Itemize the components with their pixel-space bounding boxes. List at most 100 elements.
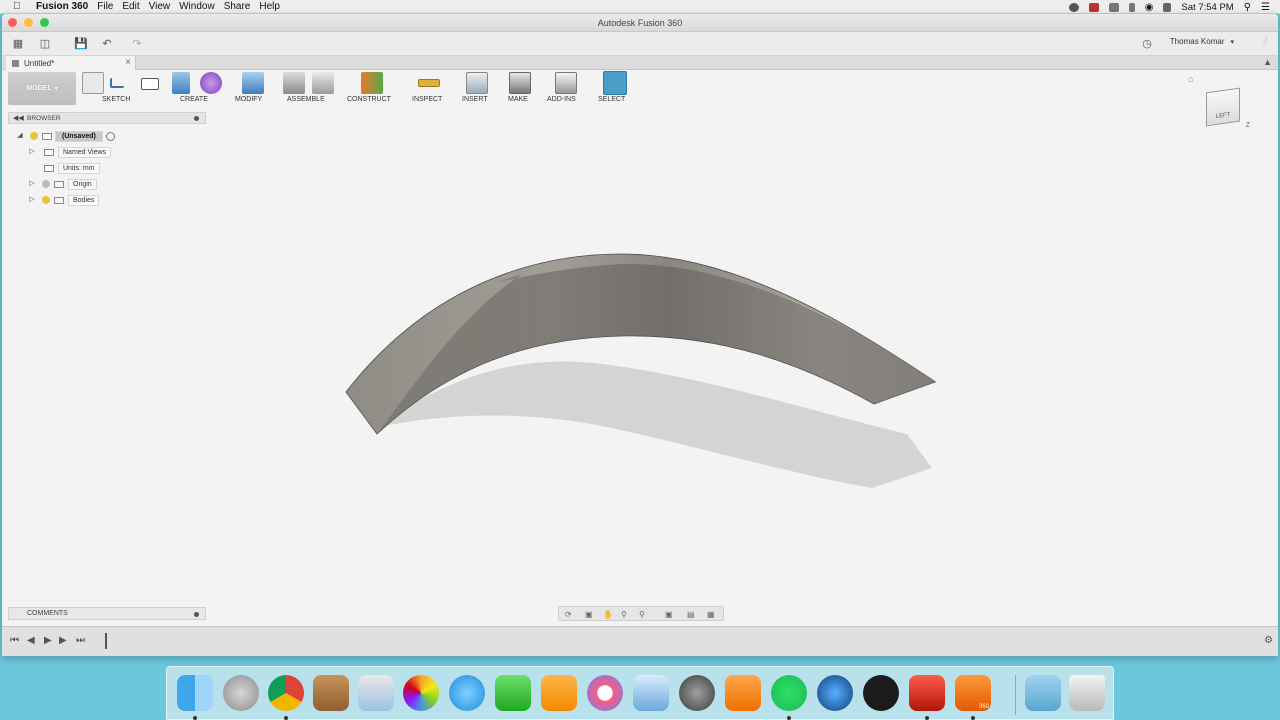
zoom-icon[interactable]: ⚲ [621, 610, 630, 619]
redo-icon[interactable]: ↷ [130, 37, 144, 51]
menu-help[interactable]: Help [259, 1, 280, 12]
browser-panel-header[interactable]: ◀◀ BROWSER [8, 112, 206, 124]
keynote-icon[interactable] [633, 675, 669, 711]
document-tab[interactable]: Untitled* × [6, 56, 136, 70]
extension-icon[interactable] [1088, 2, 1099, 12]
fit-icon[interactable]: ⚲ [639, 610, 648, 619]
timeline-settings-icon[interactable]: ⚙ [1264, 635, 1273, 646]
group-modify[interactable]: MODIFY [235, 96, 262, 103]
job-status-icon[interactable]: ◷ [1140, 37, 1154, 51]
tab-overflow-icon[interactable]: ▲ [1263, 57, 1272, 67]
wifi-icon[interactable]: ◉ [1145, 2, 1154, 13]
maximize-window-button[interactable] [40, 18, 49, 27]
menu-app-name[interactable]: Fusion 360 [36, 1, 88, 12]
canvas-viewport[interactable] [2, 124, 1278, 604]
new-component-icon[interactable] [283, 72, 305, 94]
group-insert[interactable]: INSERT [462, 96, 488, 103]
vectorworks-icon[interactable] [863, 675, 899, 711]
trash-icon[interactable] [1069, 675, 1105, 711]
viewcube-face[interactable]: LEFT [1206, 87, 1240, 127]
menu-file[interactable]: File [97, 1, 113, 12]
measure-icon[interactable] [418, 79, 440, 87]
pan-icon[interactable]: ✋ [603, 610, 613, 619]
group-assemble[interactable]: ASSEMBLE [287, 96, 325, 103]
viewports-icon[interactable]: ▦ [707, 610, 716, 619]
contacts-icon[interactable] [313, 675, 349, 711]
timeline-back-icon[interactable]: ◀ [27, 635, 35, 646]
orbit-icon[interactable]: ⟳ [565, 610, 574, 619]
group-add-ins[interactable]: ADD-INS [547, 96, 576, 103]
data-panel-icon[interactable]: ▦ [11, 37, 25, 51]
grid-settings-icon[interactable]: ▤ [687, 610, 696, 619]
messages-icon[interactable] [449, 675, 485, 711]
timeline-marker-icon[interactable] [105, 633, 113, 649]
downloads-icon[interactable] [1025, 675, 1061, 711]
file-menu-icon[interactable]: ◫ [38, 37, 52, 51]
ibooks-icon[interactable] [725, 675, 761, 711]
line-tool-icon[interactable] [110, 78, 124, 88]
group-create[interactable]: CREATE [180, 96, 208, 103]
timeline-forward-icon[interactable]: ▶ [59, 635, 67, 646]
joint-icon[interactable] [312, 72, 334, 94]
create-sketch-icon[interactable] [82, 72, 104, 94]
pages-icon[interactable] [541, 675, 577, 711]
filezilla-icon[interactable] [909, 675, 945, 711]
group-inspect[interactable]: INSPECT [412, 96, 442, 103]
extrude-icon[interactable] [172, 72, 190, 94]
notification-center-icon[interactable]: ☰ [1261, 2, 1270, 13]
scripts-addins-icon[interactable] [555, 72, 577, 94]
menu-edit[interactable]: Edit [122, 1, 139, 12]
preview-icon[interactable] [358, 675, 394, 711]
apple-icon[interactable]:  [13, 1, 27, 12]
finder-icon[interactable] [177, 675, 213, 711]
itunes-icon[interactable] [587, 675, 623, 711]
quicktime-icon[interactable] [817, 675, 853, 711]
bluetooth-icon[interactable] [1128, 2, 1135, 12]
timeline-end-icon[interactable]: ⏭ [76, 635, 85, 646]
menu-view[interactable]: View [149, 1, 171, 12]
viewcube[interactable]: ⌂ LEFT Z [1188, 74, 1250, 134]
form-icon[interactable] [200, 72, 222, 94]
system-preferences-icon[interactable] [679, 675, 715, 711]
menu-share[interactable]: Share [224, 1, 251, 12]
select-icon[interactable] [603, 71, 627, 95]
facetime-icon[interactable] [495, 675, 531, 711]
offset-plane-icon[interactable] [361, 72, 383, 94]
spotlight-icon[interactable]: ⚲ [1244, 2, 1251, 13]
workspace-switcher[interactable]: MODEL ▾ [8, 72, 76, 105]
launchpad-icon[interactable] [223, 675, 259, 711]
pin-icon[interactable] [194, 116, 199, 121]
photos-icon[interactable] [403, 675, 439, 711]
minimize-window-button[interactable] [24, 18, 33, 27]
group-sketch[interactable]: SKETCH [102, 96, 130, 103]
home-icon[interactable]: ⌂ [1188, 74, 1193, 84]
undo-icon[interactable]: ↶ [100, 37, 114, 51]
chrome-icon[interactable] [268, 675, 304, 711]
save-icon[interactable]: 💾 [74, 37, 88, 51]
help-icon[interactable]: ❔ [1258, 37, 1270, 48]
look-at-icon[interactable]: ▣ [585, 610, 594, 619]
volume-icon[interactable] [1163, 2, 1172, 12]
airplay-icon[interactable] [1108, 2, 1119, 12]
group-make[interactable]: MAKE [508, 96, 528, 103]
fusion360-icon[interactable]: 360 [955, 675, 991, 711]
record-icon[interactable] [1068, 2, 1079, 12]
timeline-start-icon[interactable]: ⏮ [10, 635, 19, 646]
menu-clock[interactable]: Sat 7:54 PM [1181, 2, 1233, 13]
display-settings-icon[interactable]: ▣ [665, 610, 674, 619]
group-construct[interactable]: CONSTRUCT [347, 96, 391, 103]
3d-print-icon[interactable] [509, 72, 531, 94]
add-comment-icon[interactable] [194, 612, 199, 617]
press-pull-icon[interactable] [242, 72, 264, 94]
user-name[interactable]: Thomas Komar [1170, 37, 1225, 46]
close-tab-icon[interactable]: × [125, 57, 131, 68]
close-window-button[interactable] [8, 18, 17, 27]
rectangle-tool-icon[interactable] [141, 78, 159, 90]
collapse-icon[interactable]: ◀◀ [13, 114, 24, 122]
menu-window[interactable]: Window [179, 1, 215, 12]
spotify-icon[interactable] [771, 675, 807, 711]
attached-canvas-icon[interactable] [466, 72, 488, 94]
timeline-play-icon[interactable]: ▶ [44, 635, 52, 646]
chevron-down-icon[interactable]: ▾ [1230, 38, 1234, 46]
comments-panel-header[interactable]: COMMENTS [8, 607, 206, 620]
